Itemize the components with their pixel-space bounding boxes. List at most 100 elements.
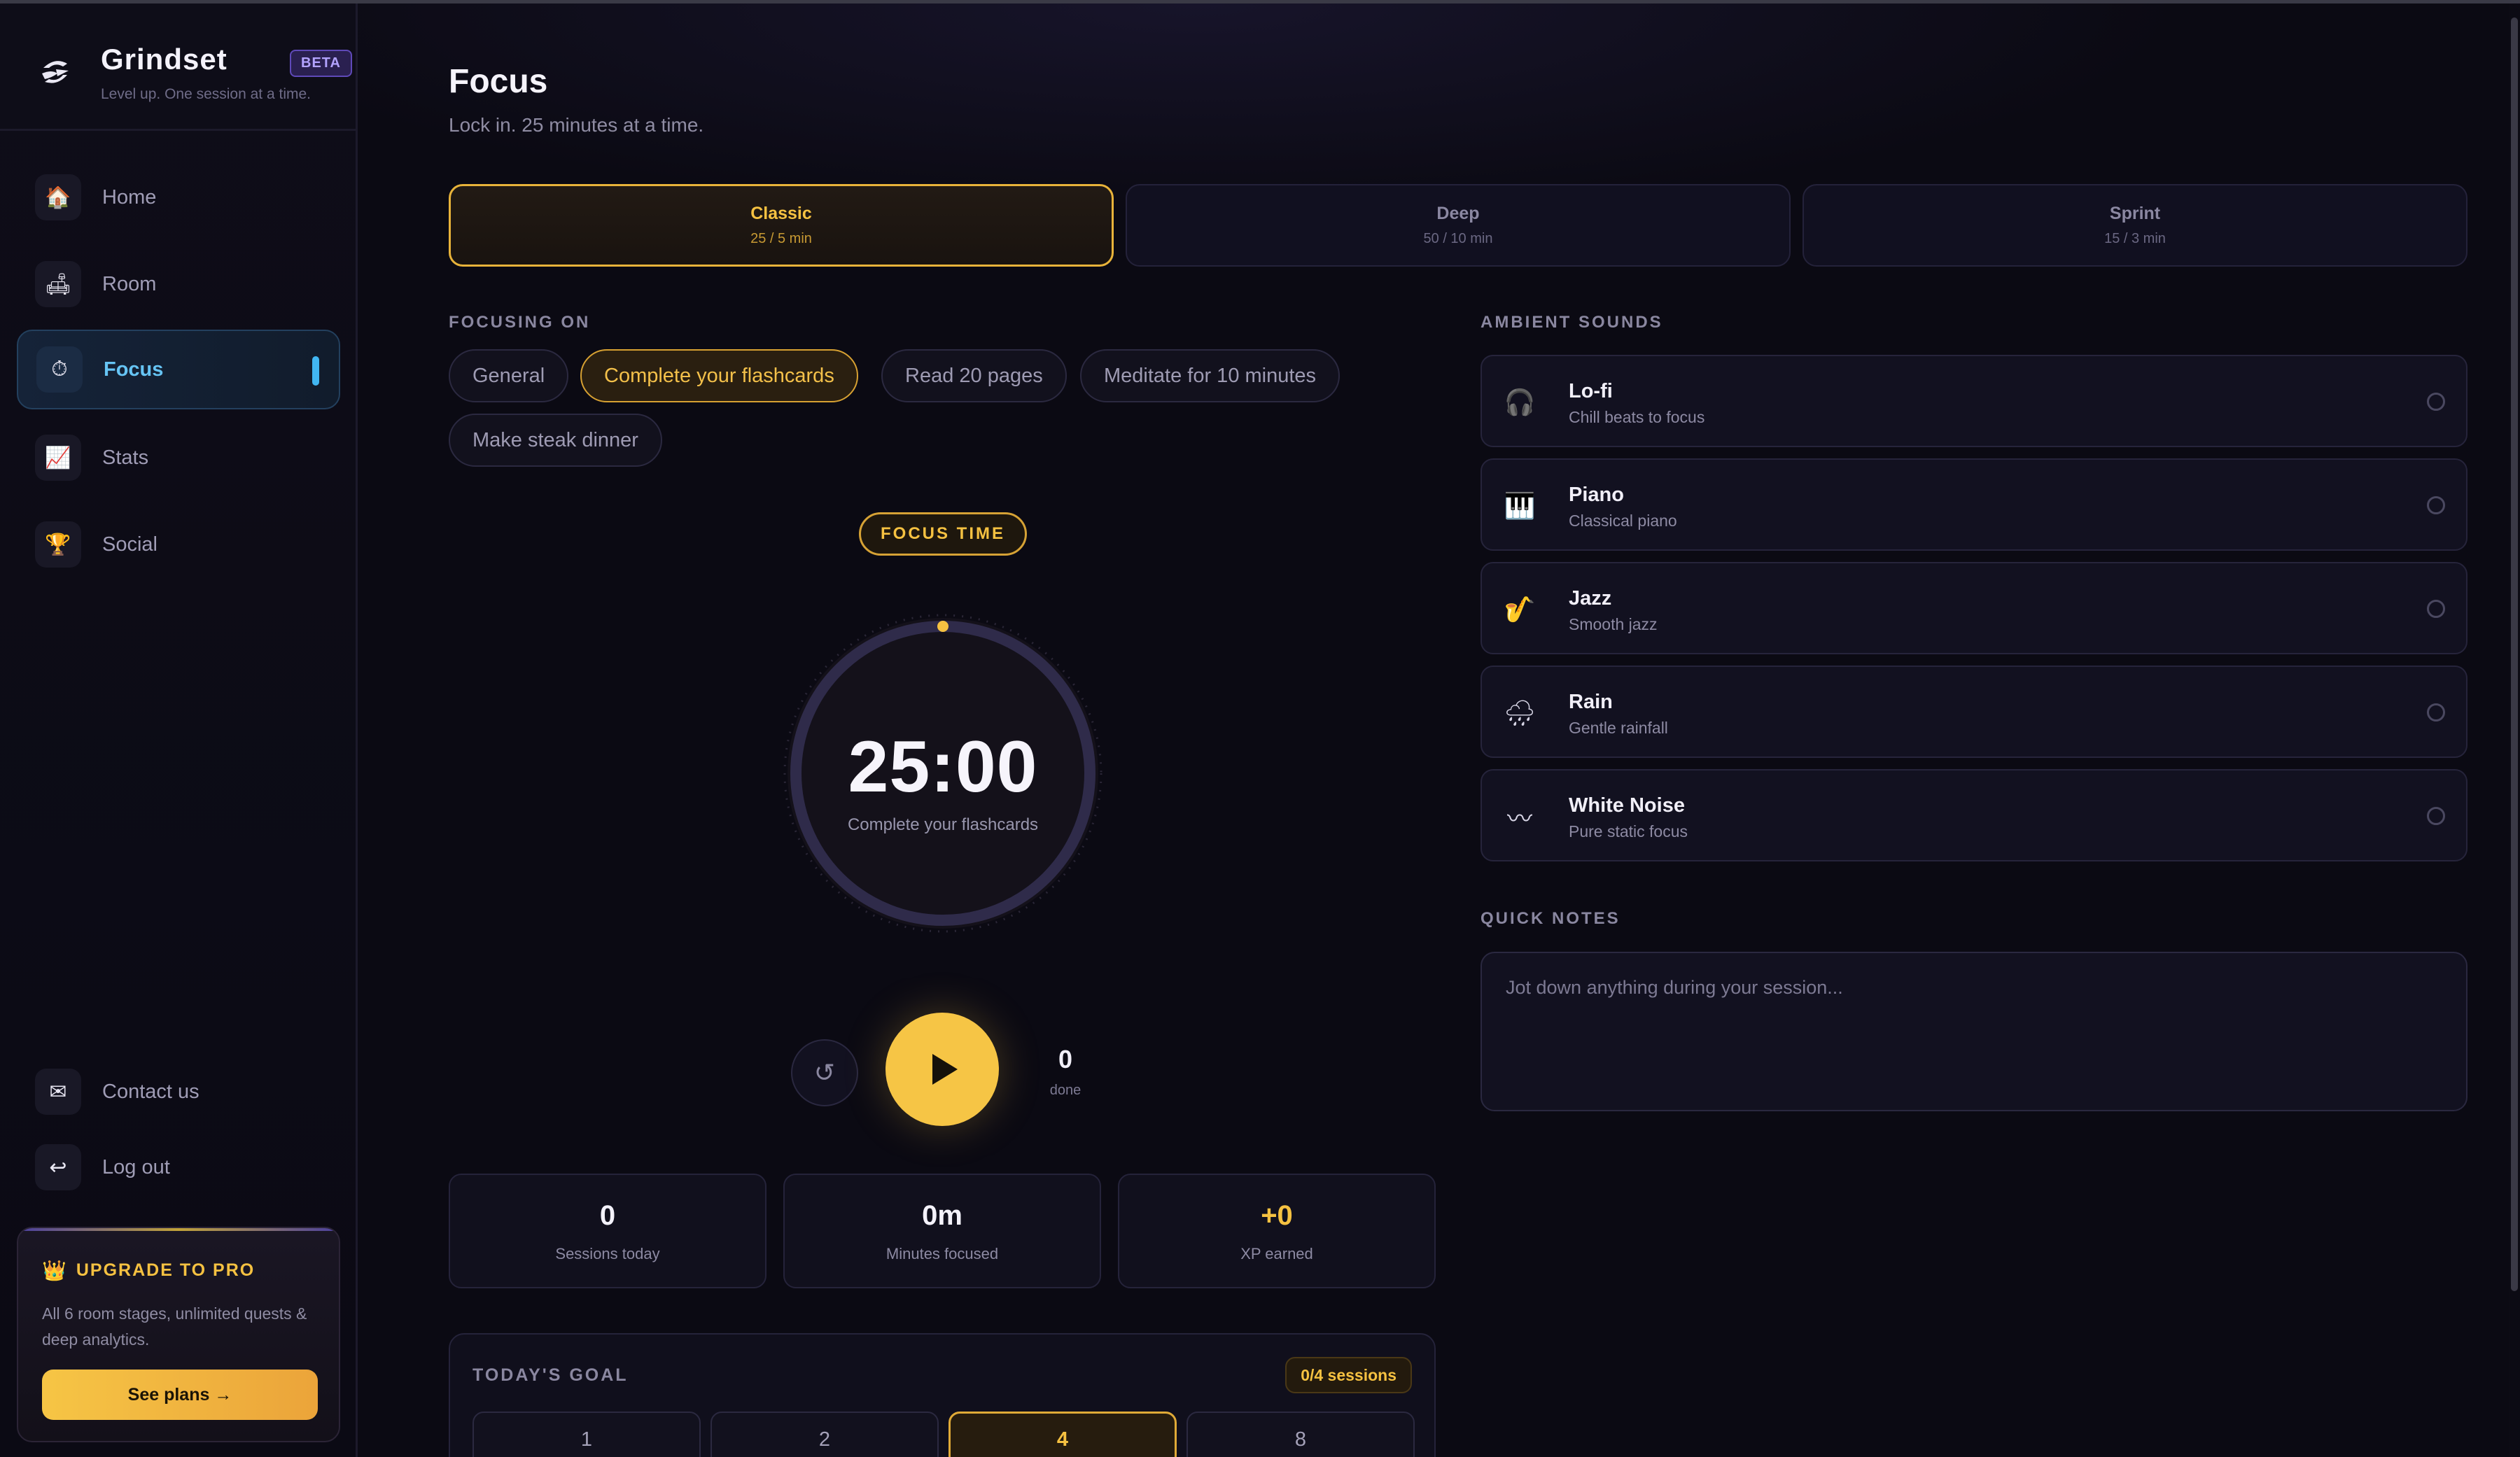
sound-jazz[interactable]: 🎷 Jazz Smooth jazz [1480,562,2468,654]
upgrade-card-accent [18,1228,339,1231]
goal-title: TODAY'S GOAL [472,1365,629,1385]
sound-description: Pure static focus [1569,822,1688,840]
stat-sessions-today: 0 Sessions today [449,1174,766,1288]
page-title: Focus [449,63,548,100]
crown-icon: 👑 [42,1260,66,1281]
beta-badge: BETA [290,50,352,77]
sidebar-item-room[interactable]: 🛋 Room [17,244,340,324]
sound-radio[interactable] [2427,703,2445,722]
timer-task-label: Complete your flashcards [847,815,1039,834]
sidebar-item-social[interactable]: 🏆 Social [17,505,340,584]
saxophone-icon: 🎷 [1504,595,1536,624]
sidebar-item-home[interactable]: 🏠 Home [17,157,340,237]
house-icon: 🏠 [35,174,81,220]
focus-time-badge: FOCUS TIME [859,512,1027,556]
upgrade-title: 👑 UPGRADE TO PRO [42,1259,255,1282]
mode-duration: 50 / 10 min [1423,231,1493,246]
sound-radio[interactable] [2427,807,2445,825]
scrollbar-track[interactable] [2509,3,2520,1457]
upgrade-card: 👑 UPGRADE TO PRO All 6 room stages, unli… [17,1227,340,1442]
sound-name: White Noise [1569,794,1685,817]
piano-icon: 🎹 [1504,491,1536,520]
see-plans-button[interactable]: See plans → [42,1370,318,1420]
sound-name: Rain [1569,691,1613,713]
waveform-icon: 〰 [1506,804,1532,833]
focus-chip-meditate[interactable]: Meditate for 10 minutes [1080,349,1340,402]
sound-radio[interactable] [2427,600,2445,618]
quick-notes-input[interactable] [1480,952,2468,1111]
sidebar: Grindset BETA Level up. One session at a… [0,3,358,1457]
stat-label: XP earned [1240,1245,1313,1262]
logout-icon: ↩ [35,1144,81,1190]
sidebar-item-label: Stats [102,446,149,469]
sound-lofi[interactable]: 🎧 Lo-fi Chill beats to focus [1480,355,2468,447]
rain-cloud-icon: 🌧 [1504,698,1536,727]
brand-name: Grindset [101,43,227,76]
goal-option-1[interactable]: 1 [472,1412,701,1457]
goal-option-2[interactable]: 2 [710,1412,939,1457]
sidebar-item-contact[interactable]: ✉ Contact us [17,1052,340,1132]
sound-piano[interactable]: 🎹 Piano Classical piano [1480,458,2468,551]
stat-value: +0 [1261,1200,1293,1231]
stat-value: 0m [922,1200,962,1231]
headphones-icon: 🎧 [1504,388,1536,416]
sound-name: Piano [1569,484,1624,506]
active-indicator [312,356,319,386]
mode-name: Classic [750,204,812,223]
sound-description: Smooth jazz [1569,615,1658,633]
sidebar-item-label: Contact us [102,1080,200,1103]
sessions-done-count: 0 [1058,1045,1073,1074]
sound-rain[interactable]: 🌧 Rain Gentle rainfall [1480,666,2468,758]
focus-chip-steak[interactable]: Make steak dinner [449,414,662,467]
scrollbar-thumb[interactable] [2511,17,2518,1291]
sound-name: Jazz [1569,587,1612,610]
focus-chip-general[interactable]: General [449,349,569,402]
sidebar-item-label: Focus [104,358,164,381]
stopwatch-icon: ⏱ [36,346,83,393]
goal-option-8[interactable]: 8 [1186,1412,1415,1457]
upgrade-description: All 6 room stages, unlimited quests & de… [42,1304,307,1349]
sound-radio[interactable] [2427,496,2445,514]
stat-minutes-focused: 0m Minutes focused [783,1174,1101,1288]
mode-deep[interactable]: Deep 50 / 10 min [1126,184,1791,267]
mode-name: Sprint [2109,204,2161,223]
stat-label: Sessions today [555,1245,660,1262]
focus-chip-flashcards[interactable]: Complete your flashcards [580,349,858,402]
mode-name: Deep [1436,204,1480,223]
focusing-on-label: FOCUSING ON [449,313,591,332]
mode-classic[interactable]: Classic 25 / 5 min [449,184,1114,267]
brand-tagline: Level up. One session at a time. [101,86,311,102]
stat-value: 0 [599,1200,616,1231]
quick-notes-label: QUICK NOTES [1480,909,1620,928]
sidebar-item-label: Log out [102,1155,170,1178]
goal-option-4[interactable]: 4 [948,1412,1177,1457]
goal-progress-badge: 0/4 sessions [1285,1357,1412,1393]
sound-white-noise[interactable]: 〰 White Noise Pure static focus [1480,769,2468,861]
play-button[interactable] [886,1013,999,1126]
sidebar-item-label: Social [102,533,158,556]
sidebar-item-focus[interactable]: ⏱ Focus [17,330,340,409]
mode-duration: 25 / 5 min [750,231,812,246]
ambient-sounds-label: AMBIENT SOUNDS [1480,313,1663,332]
stat-xp-earned: +0 XP earned [1118,1174,1436,1288]
trophy-icon: 🏆 [35,521,81,568]
chart-icon: 📈 [35,435,81,481]
sidebar-item-label: Home [102,185,157,209]
main-content: Focus Lock in. 25 minutes at a time. Cla… [358,3,2520,1457]
timer-countdown: 25:00 [848,726,1038,808]
mode-duration: 15 / 3 min [2104,231,2166,246]
reset-icon: ↺ [813,1058,836,1087]
sound-description: Gentle rainfall [1569,719,1668,737]
app-window: Grindset BETA Level up. One session at a… [0,0,2520,1457]
couch-icon: 🛋 [35,261,81,307]
focus-chip-read[interactable]: Read 20 pages [881,349,1067,402]
mode-sprint[interactable]: Sprint 15 / 3 min [1802,184,2468,267]
sound-radio[interactable] [2427,393,2445,411]
sidebar-item-logout[interactable]: ↩ Log out [17,1127,340,1207]
reset-button[interactable]: ↺ [791,1039,858,1106]
sound-description: Classical piano [1569,512,1677,530]
sidebar-item-stats[interactable]: 📈 Stats [17,418,340,498]
sound-description: Chill beats to focus [1569,408,1705,426]
timer-dial: 25:00 Complete your flashcards [775,605,1111,941]
envelope-icon: ✉ [35,1069,81,1115]
